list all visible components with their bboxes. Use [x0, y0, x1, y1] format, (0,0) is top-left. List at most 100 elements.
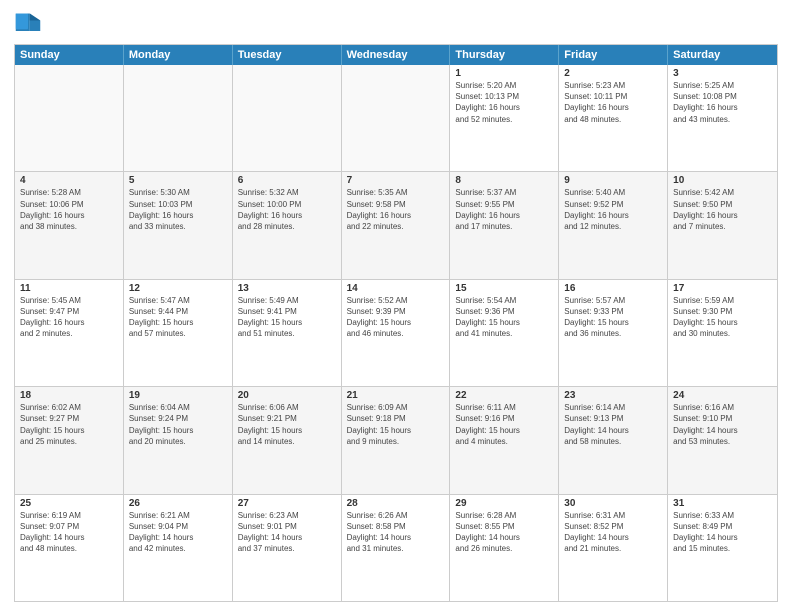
day-number: 9 [564, 175, 662, 186]
cell-text: Sunrise: 6:02 AM [20, 402, 118, 413]
cell-text: Daylight: 16 hours [673, 210, 772, 221]
cell-text: Daylight: 15 hours [455, 425, 553, 436]
cell-text: Sunrise: 5:45 AM [20, 295, 118, 306]
cell-text: and 37 minutes. [238, 543, 336, 554]
cell-text: Sunrise: 6:16 AM [673, 402, 772, 413]
cell-text: and 4 minutes. [455, 436, 553, 447]
calendar-cell: 6Sunrise: 5:32 AMSunset: 10:00 PMDayligh… [233, 172, 342, 278]
calendar-cell: 23Sunrise: 6:14 AMSunset: 9:13 PMDayligh… [559, 387, 668, 493]
day-number: 15 [455, 283, 553, 294]
cell-text: Sunset: 10:11 PM [564, 91, 662, 102]
cell-text: and 28 minutes. [238, 221, 336, 232]
day-header-friday: Friday [559, 45, 668, 65]
cell-text: Sunrise: 5:52 AM [347, 295, 445, 306]
calendar-cell: 4Sunrise: 5:28 AMSunset: 10:06 PMDayligh… [15, 172, 124, 278]
calendar-cell: 7Sunrise: 5:35 AMSunset: 9:58 PMDaylight… [342, 172, 451, 278]
calendar-cell: 13Sunrise: 5:49 AMSunset: 9:41 PMDayligh… [233, 280, 342, 386]
cell-text: Daylight: 16 hours [20, 210, 118, 221]
cell-text: and 25 minutes. [20, 436, 118, 447]
cell-text: Sunset: 8:49 PM [673, 521, 772, 532]
cell-text: Sunrise: 6:31 AM [564, 510, 662, 521]
calendar-cell: 15Sunrise: 5:54 AMSunset: 9:36 PMDayligh… [450, 280, 559, 386]
cell-text: Daylight: 14 hours [238, 532, 336, 543]
calendar-row-4: 18Sunrise: 6:02 AMSunset: 9:27 PMDayligh… [15, 386, 777, 493]
cell-text: Sunset: 9:44 PM [129, 306, 227, 317]
cell-text: Sunrise: 6:19 AM [20, 510, 118, 521]
cell-text: Daylight: 15 hours [20, 425, 118, 436]
cell-text: Daylight: 14 hours [455, 532, 553, 543]
calendar-cell: 29Sunrise: 6:28 AMSunset: 8:55 PMDayligh… [450, 495, 559, 601]
calendar-cell [15, 65, 124, 171]
cell-text: Sunset: 9:13 PM [564, 413, 662, 424]
calendar-cell: 12Sunrise: 5:47 AMSunset: 9:44 PMDayligh… [124, 280, 233, 386]
calendar-cell: 3Sunrise: 5:25 AMSunset: 10:08 PMDayligh… [668, 65, 777, 171]
day-number: 17 [673, 283, 772, 294]
day-number: 1 [455, 68, 553, 79]
cell-text: Sunset: 9:55 PM [455, 199, 553, 210]
cell-text: Daylight: 15 hours [129, 317, 227, 328]
cell-text: Sunset: 10:13 PM [455, 91, 553, 102]
day-number: 4 [20, 175, 118, 186]
calendar-cell [233, 65, 342, 171]
cell-text: and 41 minutes. [455, 328, 553, 339]
calendar-cell: 28Sunrise: 6:26 AMSunset: 8:58 PMDayligh… [342, 495, 451, 601]
day-number: 19 [129, 390, 227, 401]
cell-text: Daylight: 15 hours [129, 425, 227, 436]
cell-text: Daylight: 15 hours [564, 317, 662, 328]
calendar-cell [342, 65, 451, 171]
cell-text: Sunrise: 5:32 AM [238, 187, 336, 198]
cell-text: Daylight: 15 hours [238, 425, 336, 436]
cell-text: and 20 minutes. [129, 436, 227, 447]
calendar-cell: 22Sunrise: 6:11 AMSunset: 9:16 PMDayligh… [450, 387, 559, 493]
cell-text: Daylight: 16 hours [564, 102, 662, 113]
cell-text: Sunset: 9:21 PM [238, 413, 336, 424]
cell-text: and 33 minutes. [129, 221, 227, 232]
calendar-cell: 20Sunrise: 6:06 AMSunset: 9:21 PMDayligh… [233, 387, 342, 493]
cell-text: Daylight: 16 hours [129, 210, 227, 221]
calendar-cell: 26Sunrise: 6:21 AMSunset: 9:04 PMDayligh… [124, 495, 233, 601]
cell-text: Sunset: 9:33 PM [564, 306, 662, 317]
calendar-cell: 2Sunrise: 5:23 AMSunset: 10:11 PMDayligh… [559, 65, 668, 171]
cell-text: Sunset: 10:00 PM [238, 199, 336, 210]
calendar-cell: 18Sunrise: 6:02 AMSunset: 9:27 PMDayligh… [15, 387, 124, 493]
cell-text: Daylight: 15 hours [347, 425, 445, 436]
calendar-cell: 9Sunrise: 5:40 AMSunset: 9:52 PMDaylight… [559, 172, 668, 278]
calendar-cell: 27Sunrise: 6:23 AMSunset: 9:01 PMDayligh… [233, 495, 342, 601]
cell-text: and 53 minutes. [673, 436, 772, 447]
day-number: 21 [347, 390, 445, 401]
cell-text: and 15 minutes. [673, 543, 772, 554]
cell-text: Sunset: 8:55 PM [455, 521, 553, 532]
cell-text: Sunrise: 6:33 AM [673, 510, 772, 521]
cell-text: Daylight: 16 hours [347, 210, 445, 221]
logo [14, 10, 46, 38]
cell-text: Daylight: 15 hours [455, 317, 553, 328]
cell-text: Sunset: 9:18 PM [347, 413, 445, 424]
cell-text: Daylight: 16 hours [238, 210, 336, 221]
cell-text: and 42 minutes. [129, 543, 227, 554]
cell-text: Sunrise: 5:47 AM [129, 295, 227, 306]
day-number: 20 [238, 390, 336, 401]
calendar-cell: 19Sunrise: 6:04 AMSunset: 9:24 PMDayligh… [124, 387, 233, 493]
calendar-row-3: 11Sunrise: 5:45 AMSunset: 9:47 PMDayligh… [15, 279, 777, 386]
cell-text: Sunset: 9:47 PM [20, 306, 118, 317]
day-number: 16 [564, 283, 662, 294]
cell-text: and 30 minutes. [673, 328, 772, 339]
calendar-cell: 16Sunrise: 5:57 AMSunset: 9:33 PMDayligh… [559, 280, 668, 386]
cell-text: Sunset: 9:39 PM [347, 306, 445, 317]
cell-text: Sunrise: 6:04 AM [129, 402, 227, 413]
day-number: 23 [564, 390, 662, 401]
calendar-row-5: 25Sunrise: 6:19 AMSunset: 9:07 PM Dayligh… [15, 494, 777, 601]
cell-text: and 48 minutes. [20, 543, 118, 554]
day-number: 18 [20, 390, 118, 401]
cell-text: Sunset: 9:50 PM [673, 199, 772, 210]
day-header-wednesday: Wednesday [342, 45, 451, 65]
calendar-cell: 10Sunrise: 5:42 AMSunset: 9:50 PMDayligh… [668, 172, 777, 278]
cell-text: and 17 minutes. [455, 221, 553, 232]
cell-text: Sunset: 9:52 PM [564, 199, 662, 210]
cell-text: and 57 minutes. [129, 328, 227, 339]
day-number: 25 [20, 498, 118, 509]
cell-text: Sunset: 9:07 PM [20, 521, 118, 532]
day-number: 22 [455, 390, 553, 401]
cell-text: Sunrise: 6:21 AM [129, 510, 227, 521]
cell-text: and 51 minutes. [238, 328, 336, 339]
